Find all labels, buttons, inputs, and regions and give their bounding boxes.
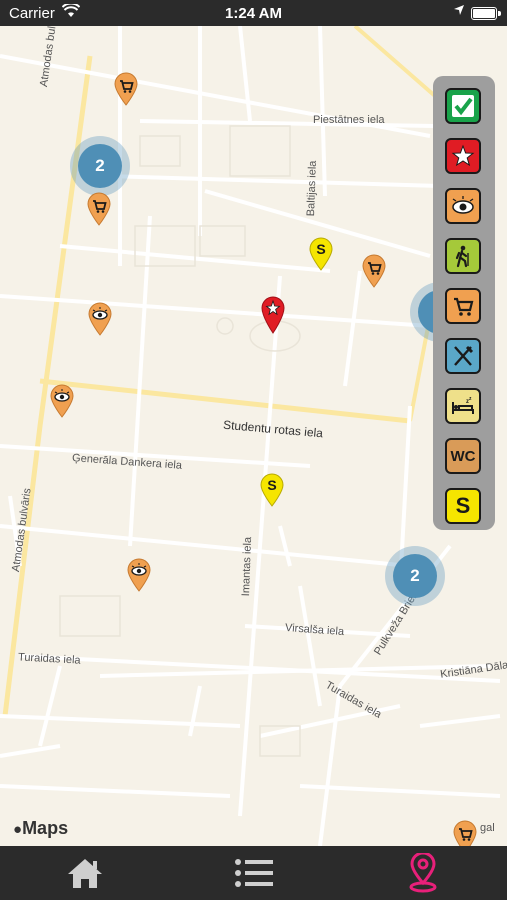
map-cluster[interactable]: 2 bbox=[385, 546, 445, 606]
apple-logo-icon: ● bbox=[13, 821, 23, 838]
map-pin-icon bbox=[409, 853, 436, 893]
checkmark-icon bbox=[452, 95, 474, 117]
tab-map[interactable] bbox=[338, 846, 507, 900]
cluster-count: 2 bbox=[393, 554, 437, 598]
hiker-icon bbox=[455, 245, 469, 268]
street-label: Piestātnes iela bbox=[313, 114, 385, 126]
filter-food-button[interactable] bbox=[445, 338, 481, 374]
home-icon bbox=[67, 859, 102, 888]
sight-pin[interactable] bbox=[50, 384, 74, 418]
street-label: gal bbox=[480, 822, 495, 834]
eye-icon bbox=[452, 196, 474, 214]
location-arrow-icon bbox=[453, 4, 465, 19]
shopping-pin[interactable] bbox=[87, 192, 111, 226]
cluster-count: 2 bbox=[78, 144, 122, 188]
list-icon bbox=[234, 859, 273, 887]
bed-icon: zz bbox=[452, 396, 474, 414]
cart-icon bbox=[454, 297, 474, 316]
street-label: Imantas iela bbox=[240, 536, 255, 597]
filter-sights-button[interactable] bbox=[445, 188, 481, 224]
maps-attribution[interactable]: ●Maps bbox=[13, 818, 68, 839]
wc-icon: WC bbox=[450, 447, 476, 465]
svg-text:S: S bbox=[316, 241, 325, 257]
parking-pin[interactable]: S bbox=[260, 473, 284, 507]
filter-shopping-button[interactable] bbox=[445, 288, 481, 324]
tab-list[interactable] bbox=[169, 846, 338, 900]
tab-bar bbox=[0, 846, 507, 900]
filter-hiking-button[interactable] bbox=[445, 238, 481, 274]
filter-accommodation-button[interactable]: zz bbox=[445, 388, 481, 424]
fork-knife-icon bbox=[454, 345, 474, 366]
street-label: Baltijas iela bbox=[305, 160, 319, 217]
filter-all-button[interactable] bbox=[445, 88, 481, 124]
status-bar: Carrier 1:24 AM bbox=[0, 0, 507, 26]
svg-text:z: z bbox=[469, 396, 472, 402]
category-filter-panel: zz WC S bbox=[433, 76, 495, 530]
sight-pin[interactable] bbox=[127, 558, 151, 592]
sight-pin[interactable] bbox=[88, 302, 112, 336]
attraction-pin[interactable] bbox=[261, 296, 285, 334]
map-cluster[interactable]: 2 bbox=[70, 136, 130, 196]
shopping-pin[interactable] bbox=[114, 72, 138, 106]
star-icon bbox=[451, 144, 475, 167]
tab-home[interactable] bbox=[0, 846, 169, 900]
filter-attractions-button[interactable] bbox=[445, 138, 481, 174]
battery-icon bbox=[471, 7, 501, 20]
parking-pin[interactable]: S bbox=[309, 237, 333, 271]
shopping-pin[interactable] bbox=[453, 820, 477, 846]
filter-toilets-button[interactable]: WC bbox=[445, 438, 481, 474]
s-icon: S bbox=[455, 493, 471, 518]
shopping-pin[interactable] bbox=[362, 254, 386, 288]
svg-text:S: S bbox=[267, 477, 276, 493]
map-view[interactable]: Atmodas bulvāris Piestātnes iela Baltija… bbox=[0, 26, 507, 846]
maps-attribution-label: Maps bbox=[22, 818, 69, 838]
clock: 1:24 AM bbox=[225, 5, 282, 22]
filter-parking-button[interactable]: S bbox=[445, 488, 481, 524]
